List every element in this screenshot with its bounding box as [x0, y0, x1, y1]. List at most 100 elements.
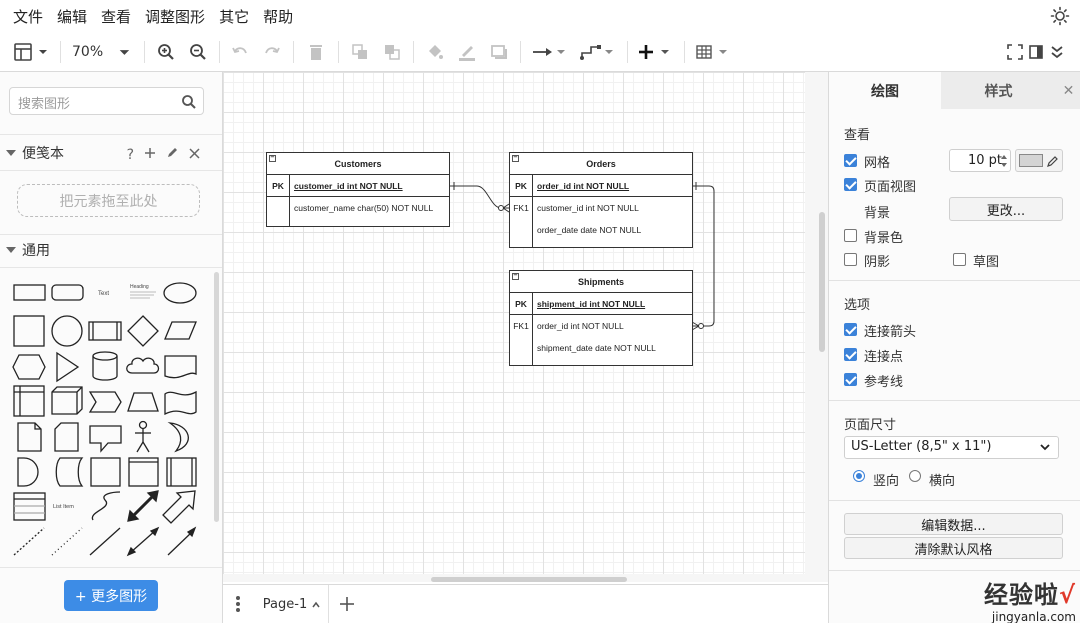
connection-points-checkbox[interactable]: [844, 348, 857, 361]
shape-cylinder[interactable]: [92, 351, 118, 381]
shape-tape[interactable]: [164, 390, 197, 416]
shape-document[interactable]: [164, 355, 197, 379]
orders-table[interactable]: – Orders PK order_id int NOT NULL FK1 cu…: [509, 152, 693, 248]
waypoints-icon[interactable]: [579, 40, 617, 64]
general-header[interactable]: 通用: [0, 234, 222, 266]
shape-note[interactable]: [17, 422, 42, 452]
tab-diagram[interactable]: 绘图: [829, 72, 941, 109]
shape-square[interactable]: [13, 315, 45, 347]
table-row[interactable]: order_date date NOT NULL: [510, 219, 692, 241]
shadow-checkbox[interactable]: [844, 253, 857, 266]
canvas-vertical-scrollbar[interactable]: [819, 212, 825, 352]
shape-text[interactable]: Text: [98, 291, 109, 297]
table-row[interactable]: customer_name char(50) NOT NULL: [267, 197, 449, 219]
table-row[interactable]: PK order_id int NOT NULL: [510, 175, 692, 197]
shape-rectangle[interactable]: [13, 284, 46, 301]
landscape-radio[interactable]: [909, 470, 921, 482]
scratchpad-dropzone[interactable]: 把元素拖至此处: [17, 184, 200, 217]
menu-arrange[interactable]: 调整图形: [138, 6, 212, 27]
shape-line[interactable]: [89, 527, 121, 556]
diagram-page[interactable]: – Customers PK customer_id int NOT NULL …: [223, 72, 805, 574]
menu-file[interactable]: 文件: [6, 6, 50, 27]
grid-size-input[interactable]: 10 pt: [949, 149, 1011, 172]
table-row[interactable]: FK1 customer_id int NOT NULL: [510, 197, 692, 219]
shape-list[interactable]: [13, 492, 46, 521]
shape-callout[interactable]: [89, 425, 122, 453]
table-row[interactable]: shipment_date date NOT NULL: [510, 337, 692, 359]
edit-data-button[interactable]: 编辑数据...: [844, 513, 1063, 535]
table-icon[interactable]: [695, 40, 731, 64]
shape-hexagon[interactable]: [12, 354, 46, 380]
shape-step[interactable]: [88, 391, 122, 413]
shape-process[interactable]: [88, 321, 122, 341]
help-icon[interactable]: ?: [127, 147, 134, 163]
close-icon[interactable]: [189, 147, 200, 163]
table-row[interactable]: PK shipment_id int NOT NULL: [510, 293, 692, 315]
edit-pencil-icon[interactable]: [166, 146, 179, 163]
redo-icon[interactable]: [262, 40, 282, 64]
shape-directional-connector[interactable]: [167, 526, 197, 556]
delete-icon[interactable]: [306, 40, 326, 64]
theme-sun-icon[interactable]: [1050, 6, 1070, 26]
shape-dotted-line[interactable]: [51, 527, 83, 556]
sketch-checkbox[interactable]: [953, 253, 966, 266]
shipments-table[interactable]: – Shipments PK shipment_id int NOT NULL …: [509, 270, 693, 366]
tab-style[interactable]: 样式: [941, 72, 1056, 109]
shape-or[interactable]: [167, 422, 189, 453]
shape-list-container[interactable]: [166, 457, 197, 487]
more-shapes-button[interactable]: + 更多图形: [64, 580, 158, 611]
menu-help[interactable]: 帮助: [256, 6, 300, 27]
shape-textbox[interactable]: Heading: [130, 284, 156, 299]
shape-triangle[interactable]: [56, 351, 80, 383]
shape-arrow[interactable]: [162, 490, 196, 524]
fill-color-icon[interactable]: [425, 40, 445, 64]
clear-default-style-button[interactable]: 清除默认风格: [844, 537, 1063, 559]
search-shapes-input[interactable]: 搜索图形: [9, 87, 204, 115]
shape-trapezoid[interactable]: [127, 392, 159, 412]
page-tab-1[interactable]: Page-1: [256, 585, 329, 623]
close-icon[interactable]: ✕: [1056, 72, 1080, 109]
add-icon[interactable]: [144, 147, 156, 163]
orders-shipments-connector[interactable]: [691, 182, 715, 331]
connection-arrows-checkbox[interactable]: [844, 323, 857, 336]
shape-dashed-line[interactable]: [13, 527, 45, 556]
table-row[interactable]: PK customer_id int NOT NULL: [267, 175, 449, 197]
shape-square-2[interactable]: [90, 457, 121, 487]
pages-menu-icon[interactable]: [235, 595, 241, 617]
collapse-icon[interactable]: –: [512, 154, 519, 162]
panel-layout-icon[interactable]: [12, 40, 50, 64]
diagram-canvas[interactable]: – Customers PK customer_id int NOT NULL …: [223, 72, 828, 582]
shape-internal-storage[interactable]: [13, 385, 45, 417]
menu-view[interactable]: 查看: [94, 6, 138, 27]
shape-parallelogram[interactable]: [164, 321, 197, 340]
orders-table-header[interactable]: – Orders: [510, 153, 692, 175]
change-background-button[interactable]: 更改...: [949, 197, 1063, 221]
connection-style-icon[interactable]: [531, 40, 569, 64]
collapse-double-chevron-icon[interactable]: [1048, 40, 1066, 64]
shape-actor[interactable]: [135, 420, 151, 453]
portrait-radio[interactable]: [853, 470, 865, 482]
shadow-icon[interactable]: [489, 40, 509, 64]
grid-color-button[interactable]: [1015, 149, 1063, 172]
shape-container[interactable]: [128, 457, 159, 487]
background-color-checkbox[interactable]: [844, 229, 857, 242]
insert-plus-icon[interactable]: [637, 40, 673, 64]
shape-cube[interactable]: [51, 386, 83, 415]
customers-table[interactable]: – Customers PK customer_id int NOT NULL …: [266, 152, 450, 227]
zoom-out-icon[interactable]: [188, 40, 208, 64]
shape-diamond[interactable]: [127, 315, 159, 347]
canvas-horizontal-scrollbar[interactable]: [431, 577, 627, 582]
line-color-icon[interactable]: [457, 40, 477, 64]
menu-edit[interactable]: 编辑: [50, 6, 94, 27]
guides-checkbox[interactable]: [844, 373, 857, 386]
collapse-icon[interactable]: –: [269, 154, 276, 162]
shape-data-storage[interactable]: [55, 457, 84, 487]
shape-and[interactable]: [17, 457, 39, 487]
shape-cloud[interactable]: [126, 357, 160, 374]
menu-extras[interactable]: 其它: [212, 6, 256, 27]
zoom-dropdown[interactable]: 70%: [72, 40, 134, 64]
grid-checkbox[interactable]: [844, 154, 857, 167]
table-row[interactable]: FK1 order_id int NOT NULL: [510, 315, 692, 337]
search-icon[interactable]: [181, 94, 197, 114]
shape-bidirectional-arrow[interactable]: [127, 490, 159, 522]
